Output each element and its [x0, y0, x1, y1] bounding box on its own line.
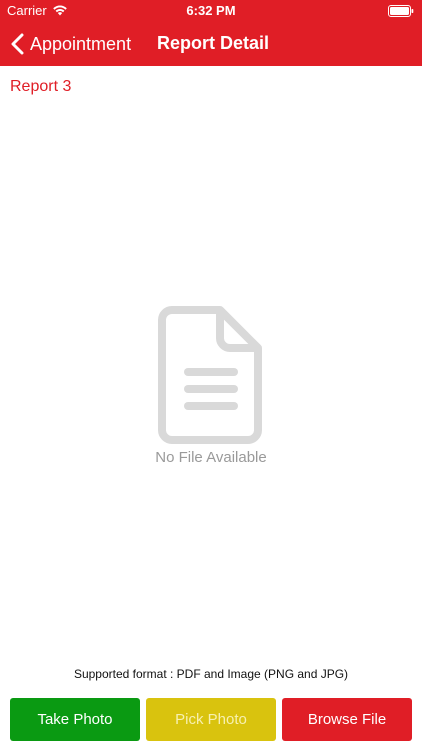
take-photo-button[interactable]: Take Photo — [10, 698, 140, 741]
browse-file-button[interactable]: Browse File — [282, 698, 412, 741]
app-header: Carrier 6:32 PM Appointment Report Detai… — [0, 0, 422, 66]
no-file-label: No File Available — [155, 449, 267, 466]
status-bar: Carrier 6:32 PM — [0, 0, 422, 22]
back-button-label: Appointment — [30, 33, 132, 54]
clock: 6:32 PM — [186, 3, 236, 18]
supported-format-note: Supported format : PDF and Image (PNG an… — [73, 667, 349, 681]
navigation-bar: Appointment Report Detail — [0, 22, 422, 66]
empty-state: No File Available — [0, 303, 422, 473]
report-name: Report 3 — [10, 78, 72, 95]
page-title: Report Detail — [157, 33, 270, 53]
battery-icon — [388, 5, 414, 17]
action-bar: Take Photo Pick Photo Browse File — [0, 698, 422, 741]
pick-photo-button[interactable]: Pick Photo — [146, 698, 276, 741]
back-button[interactable]: Appointment — [10, 30, 131, 58]
document-icon — [158, 306, 262, 444]
chevron-left-icon — [11, 33, 24, 55]
